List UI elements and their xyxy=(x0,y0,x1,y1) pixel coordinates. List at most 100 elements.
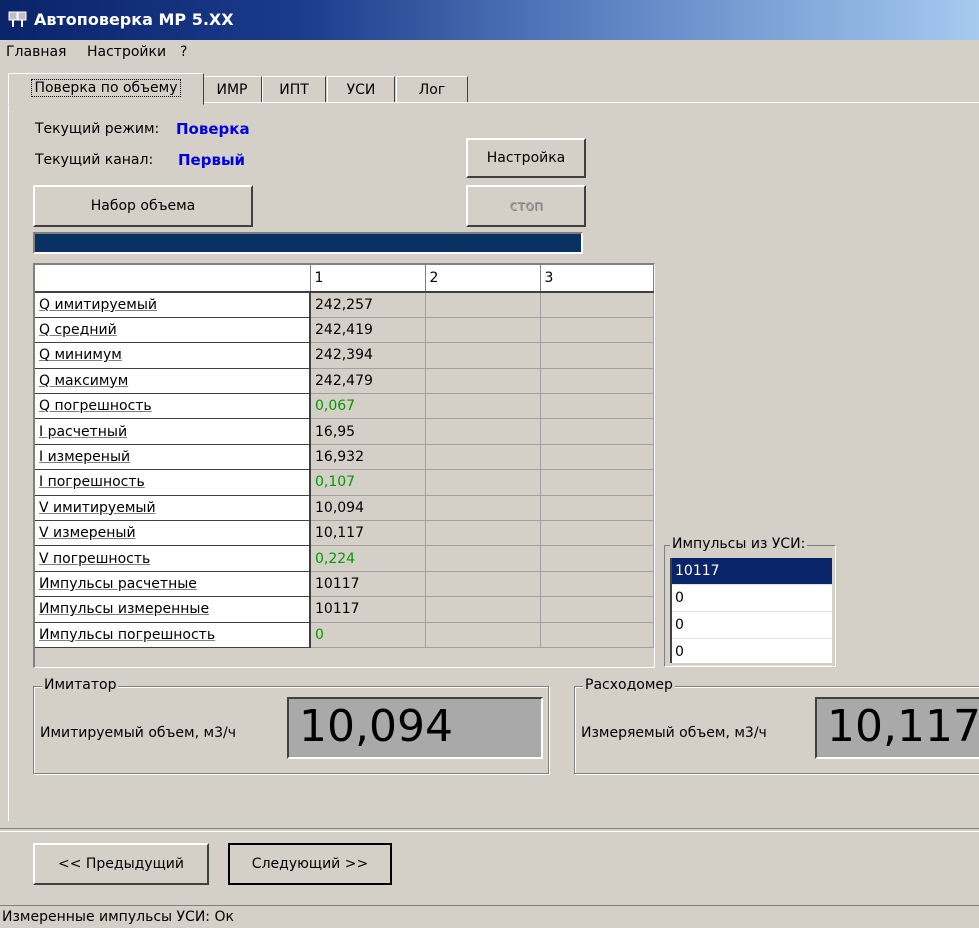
grid-row-label: Импульсы расчетные xyxy=(35,571,311,598)
grid-row-label: Импульсы погрешность xyxy=(35,622,311,648)
tab-volume-verification[interactable]: Поверка по объему xyxy=(8,73,204,105)
grid-row-label: Q средний xyxy=(35,317,311,344)
grid-cell[interactable] xyxy=(540,393,654,420)
separator xyxy=(0,828,979,832)
grid-cell[interactable]: 10,094 xyxy=(310,495,426,522)
grid-cell[interactable]: 0,107 xyxy=(310,469,426,496)
grid-cell[interactable] xyxy=(540,622,654,648)
window-title: Автоповерка MP 5.XX xyxy=(34,10,234,29)
grid-column-header: 2 xyxy=(425,265,541,293)
grid-cell[interactable] xyxy=(425,520,541,547)
grid-row: I погрешность 0,107 xyxy=(35,469,654,496)
grid-column-header: 1 xyxy=(310,265,426,293)
grid-row-label: I измереный xyxy=(35,444,311,471)
menu-help[interactable]: ? xyxy=(180,44,187,60)
usi-pulses-label: Импульсы из УСИ: xyxy=(670,536,808,552)
grid-cell[interactable] xyxy=(425,418,541,445)
grid-cell[interactable] xyxy=(425,545,541,572)
grid-cell[interactable] xyxy=(425,292,541,318)
grid-cell[interactable] xyxy=(425,571,541,598)
grid-row-label: V погрешность xyxy=(35,545,311,572)
grid-row: Q максимум 242,479 xyxy=(35,368,654,395)
settings-button[interactable]: Настройка xyxy=(466,138,586,178)
grid-row: I расчетный 16,95 xyxy=(35,418,654,445)
results-table: 123Q имитируемый 242,257 Q средний 242,419 Q… xyxy=(35,265,654,648)
grid-row-label: I расчетный xyxy=(35,418,311,445)
grid-cell[interactable]: 0 xyxy=(310,622,426,648)
grid-cell[interactable] xyxy=(540,342,654,369)
grid-cell[interactable] xyxy=(540,495,654,522)
grid-header-row: 123 xyxy=(35,265,654,293)
tab-ipt[interactable]: ИПТ xyxy=(262,76,326,103)
grid-cell[interactable] xyxy=(425,596,541,623)
grid-cell[interactable]: 242,257 xyxy=(310,292,426,318)
grid-row: Импульсы расчетные 10117 xyxy=(35,571,654,598)
stop-button[interactable]: стоп xyxy=(466,185,586,227)
tab-usi[interactable]: УСИ xyxy=(327,76,395,103)
status-text: Измеренные импульсы УСИ: Ок xyxy=(2,909,234,925)
grid-cell[interactable] xyxy=(425,342,541,369)
grid-cell[interactable] xyxy=(540,444,654,471)
grid-row: Импульсы измеренные 10117 xyxy=(35,596,654,623)
menu-settings[interactable]: Настройки xyxy=(87,44,166,60)
grid-row-label: I погрешность xyxy=(35,469,311,496)
grid-cell[interactable]: 242,394 xyxy=(310,342,426,369)
flowmeter-group: Расходомер Измеряемый объем, м3/ч 10,117 xyxy=(574,677,979,774)
grid-cell[interactable] xyxy=(425,317,541,344)
grid-row-label: Q максимум xyxy=(35,368,311,395)
next-button[interactable]: Следующий >> xyxy=(228,843,392,885)
simulator-readout: 10,094 xyxy=(287,697,543,759)
usi-pulses-item[interactable]: 0 xyxy=(672,612,832,639)
grid-cell[interactable] xyxy=(425,622,541,648)
menu-main[interactable]: Главная xyxy=(6,44,66,60)
grid-cell[interactable] xyxy=(540,571,654,598)
grid-cell[interactable] xyxy=(540,545,654,572)
grid-cell[interactable]: 0,067 xyxy=(310,393,426,420)
grid-cell[interactable] xyxy=(540,317,654,344)
grid-row-label: V имитируемый xyxy=(35,495,311,522)
grid-cell[interactable] xyxy=(425,444,541,471)
mode-value: Поверка xyxy=(176,120,250,138)
grid-cell[interactable] xyxy=(425,469,541,496)
usi-pulses-list[interactable]: 10117 0 0 0 xyxy=(670,558,832,666)
grid-row-label: Импульсы измеренные xyxy=(35,596,311,623)
simulator-title: Имитатор xyxy=(42,677,119,693)
grid-cell[interactable] xyxy=(425,393,541,420)
previous-button[interactable]: << Предыдущий xyxy=(33,843,209,885)
collect-volume-button[interactable]: Набор объема xyxy=(33,185,253,227)
usi-pulses-item[interactable]: 0 xyxy=(672,585,832,612)
grid-cell[interactable] xyxy=(425,368,541,395)
usi-pulses-item[interactable]: 0 xyxy=(672,639,832,666)
grid-row: V погрешность 0,224 xyxy=(35,545,654,572)
grid-cell[interactable]: 16,95 xyxy=(310,418,426,445)
grid-cell[interactable] xyxy=(540,520,654,547)
grid-cell[interactable] xyxy=(540,469,654,496)
grid-cell[interactable] xyxy=(540,418,654,445)
grid-cell[interactable]: 10117 xyxy=(310,571,426,598)
grid-row: I измереный 16,932 xyxy=(35,444,654,471)
grid-cell[interactable] xyxy=(540,596,654,623)
grid-cell[interactable]: 242,419 xyxy=(310,317,426,344)
usi-pulses-item[interactable]: 10117 xyxy=(672,558,832,585)
grid-row: Импульсы погрешность 0 xyxy=(35,622,654,648)
title-bar[interactable]: Автоповерка MP 5.XX xyxy=(0,0,979,40)
grid-cell[interactable]: 10,117 xyxy=(310,520,426,547)
mode-label: Текущий режим: xyxy=(35,121,160,137)
progress-fill xyxy=(35,234,581,252)
grid-cell[interactable]: 10117 xyxy=(310,596,426,623)
progress-bar xyxy=(33,232,583,254)
app-icon xyxy=(8,11,27,27)
grid-cell[interactable] xyxy=(540,292,654,318)
grid-cell[interactable]: 0,224 xyxy=(310,545,426,572)
grid-cell[interactable] xyxy=(540,368,654,395)
grid-cell[interactable]: 16,932 xyxy=(310,444,426,471)
usi-pulses-group: 10117 0 0 0 xyxy=(664,545,836,667)
status-bar: Измеренные импульсы УСИ: Ок xyxy=(0,905,979,928)
tab-log[interactable]: Лог xyxy=(396,76,468,103)
results-grid[interactable]: 123Q имитируемый 242,257 Q средний 242,419 Q… xyxy=(33,263,655,668)
grid-row-label: Q погрешность xyxy=(35,393,311,420)
grid-cell[interactable]: 242,479 xyxy=(310,368,426,395)
tab-imr[interactable]: ИМР xyxy=(202,76,262,103)
grid-cell[interactable] xyxy=(425,495,541,522)
flowmeter-label: Измеряемый объем, м3/ч xyxy=(581,725,767,741)
